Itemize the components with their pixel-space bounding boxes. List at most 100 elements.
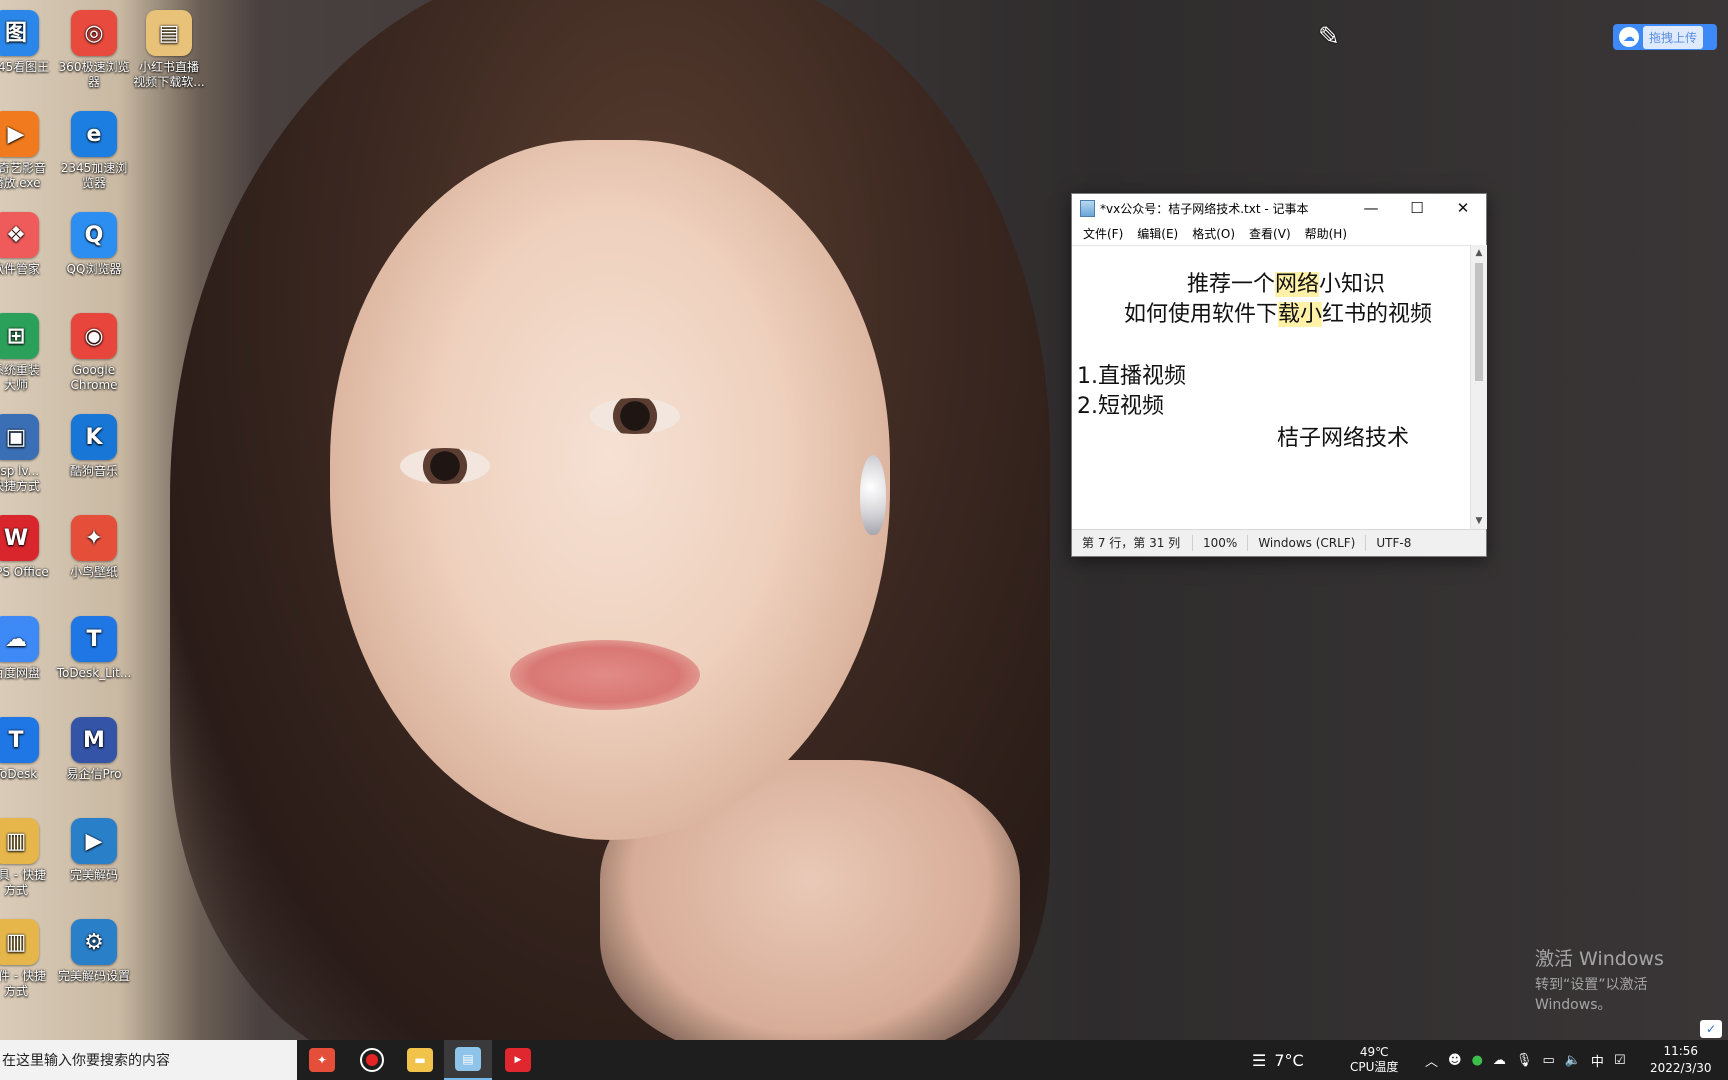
desktop-icon[interactable]: M 易企信Pro	[48, 717, 140, 782]
desktop-icon-label: 小鸟壁纸	[69, 565, 118, 579]
desktop-icon[interactable]: ✦ 小鸟壁纸	[48, 515, 140, 580]
wallpaper-lips	[510, 640, 700, 710]
desktop-icon[interactable]: T ToDesk_Lit...	[48, 616, 140, 681]
notepad-window[interactable]: *vx公众号：桔子网络技术.txt - 记事本 — ☐ ✕ 文件(F) 编辑(E…	[1071, 193, 1487, 557]
text-segment: 小知识	[1319, 272, 1386, 297]
app-icon: ▶	[0, 111, 39, 157]
desktop-icon-label: 2345加速浏 览器	[60, 161, 128, 190]
menu-bar: 文件(F) 编辑(E) 格式(O) 查看(V) 帮助(H)	[1072, 222, 1486, 244]
cpu-temp-widget[interactable]: 49℃ CPU温度	[1350, 1040, 1398, 1080]
menu-help[interactable]: 帮助(H)	[1298, 225, 1354, 242]
app-icon: ▶	[71, 818, 117, 864]
taskbar: 在这里输入你要搜索的内容 ✦ ▬ ▤ ▶ ☰ 7°C 49℃ CPU温度 ︿ ☻…	[0, 1040, 1728, 1080]
text-highlight: 载小	[1278, 302, 1323, 327]
desktop-icon-label: 完美解码设置	[57, 969, 130, 983]
app-icon: ◉	[71, 313, 117, 359]
clock-date: 2022/3/30	[1650, 1061, 1712, 1075]
cpu-temp-value: 49℃	[1359, 1045, 1389, 1059]
app-icon: ❖	[0, 212, 39, 258]
scroll-thumb[interactable]	[1475, 263, 1483, 381]
notepad-icon	[1080, 199, 1095, 217]
text-line-4: 2.短视频	[1077, 394, 1164, 419]
volume-icon[interactable]: 🔈	[1565, 1053, 1581, 1068]
app-icon: W	[0, 515, 39, 561]
record-icon	[360, 1048, 384, 1072]
taskbar-search-box[interactable]: 在这里输入你要搜索的内容	[0, 1040, 297, 1080]
menu-edit[interactable]: 编辑(E)	[1130, 225, 1185, 242]
ime-indicator[interactable]: 中	[1591, 1051, 1604, 1070]
app-icon: ▥	[0, 818, 39, 864]
microphone-icon[interactable]: 🎙	[1516, 1053, 1533, 1068]
text-editor-area[interactable]: 推荐一个网络小知识 如何使用软件下载小红书的视频 1.直播视频 2.短视频 桔子…	[1072, 245, 1470, 530]
app-icon: ◎	[71, 10, 117, 56]
wallpaper-face	[330, 140, 890, 840]
taskbar-app-explorer[interactable]: ▬	[396, 1040, 444, 1080]
wallpaper-eye-right	[590, 398, 680, 434]
text-line-1: 推荐一个网络小知识	[1187, 270, 1385, 300]
text-segment: 如何使用软件下	[1124, 302, 1279, 327]
cloud-icon[interactable]: ☁	[1493, 1053, 1506, 1068]
scroll-up-arrow-icon[interactable]: ▲	[1471, 245, 1487, 261]
system-tray: ︿ ☻ ● ☁ 🎙 ▭ 🔈 中 ☑	[1420, 1040, 1631, 1080]
clock-time: 11:56	[1663, 1044, 1699, 1058]
taskbar-clock[interactable]: 11:56 2022/3/30	[1650, 1040, 1712, 1080]
wallpaper-eye-left	[400, 448, 490, 484]
taskbar-app-bird[interactable]: ✦	[298, 1040, 346, 1080]
red-app-icon: ▶	[505, 1048, 531, 1072]
menu-format[interactable]: 格式(O)	[1185, 225, 1242, 242]
desktop-icon[interactable]: e 2345加速浏 览器	[48, 111, 140, 191]
desktop-icon-label: Google Chrome	[70, 363, 118, 392]
app-icon: ☁	[0, 616, 39, 662]
app-icon: 图	[0, 10, 39, 56]
weather-widget[interactable]: ☰ 7°C	[1252, 1040, 1304, 1080]
app-icon: ▥	[0, 919, 39, 965]
desktop-icon-label: ToDesk_Lit...	[56, 666, 132, 680]
app-icon: K	[71, 414, 117, 460]
checkbox-app-icon[interactable]: ☑	[1614, 1053, 1626, 1068]
desktop-icon-label: 易企信Pro	[66, 767, 122, 781]
upload-label: 拖拽上传	[1643, 25, 1704, 49]
minimize-button[interactable]: —	[1348, 194, 1394, 222]
desktop-icon[interactable]: Q QQ浏览器	[48, 212, 140, 277]
desktop-icon[interactable]: ▤ 小红书直播 视频下载软...	[123, 10, 215, 90]
status-line-ending: Windows (CRLF)	[1248, 535, 1367, 551]
app-icon: Q	[71, 212, 117, 258]
drag-upload-button[interactable]: ☁ 拖拽上传	[1613, 24, 1717, 50]
app-icon: e	[71, 111, 117, 157]
desktop-icon[interactable]: ◉ Google Chrome	[48, 313, 140, 393]
qq-icon[interactable]: ☻	[1448, 1053, 1462, 1068]
desktop-icon[interactable]: ⚙ 完美解码设置	[48, 919, 140, 984]
text-line-5: 桔子网络技术	[1277, 426, 1410, 451]
scroll-down-arrow-icon[interactable]: ▼	[1471, 513, 1487, 529]
taskbar-app-notepad[interactable]: ▤	[444, 1040, 492, 1080]
desktop-icon-label: QQ浏览器	[66, 262, 122, 276]
menu-view[interactable]: 查看(V)	[1242, 225, 1298, 242]
folder-icon: ▬	[407, 1048, 433, 1072]
app-icon: ▤	[146, 10, 192, 56]
status-cursor-position: 第 7 行，第 31 列	[1072, 535, 1193, 551]
app-icon: ⊞	[0, 313, 39, 359]
watermark-title: 激活 Windows	[1535, 948, 1664, 970]
taskbar-app-recorder[interactable]	[348, 1040, 396, 1080]
chevron-up-icon[interactable]: ︿	[1425, 1051, 1438, 1070]
vertical-scrollbar[interactable]: ▲ ▼	[1470, 245, 1487, 529]
maximize-button[interactable]: ☐	[1394, 194, 1440, 222]
app-icon: ⚙	[71, 919, 117, 965]
desktop-icon[interactable]: K 酷狗音乐	[48, 414, 140, 479]
weather-temp: 7°C	[1274, 1050, 1304, 1070]
network-icon[interactable]: ▭	[1542, 1053, 1554, 1068]
notepad-titlebar[interactable]: *vx公众号：桔子网络技术.txt - 记事本 — ☐ ✕	[1072, 194, 1486, 222]
app-icon: T	[71, 616, 117, 662]
app-icon: M	[71, 717, 117, 763]
text-line-2: 如何使用软件下载小红书的视频	[1124, 300, 1432, 330]
status-bar: 第 7 行，第 31 列 100% Windows (CRLF) UTF-8	[1072, 529, 1486, 556]
text-segment: 红书的视频	[1322, 302, 1433, 327]
weather-icon: ☰	[1252, 1050, 1267, 1070]
desktop-icon-label: 酷狗音乐	[69, 464, 118, 478]
desktop-icon[interactable]: ▶ 完美解码	[48, 818, 140, 883]
menu-file[interactable]: 文件(F)	[1076, 225, 1130, 242]
wechat-icon[interactable]: ●	[1472, 1053, 1483, 1068]
notification-icon[interactable]: ✓	[1700, 1020, 1722, 1038]
taskbar-app-red[interactable]: ▶	[494, 1040, 542, 1080]
close-button[interactable]: ✕	[1440, 194, 1486, 222]
